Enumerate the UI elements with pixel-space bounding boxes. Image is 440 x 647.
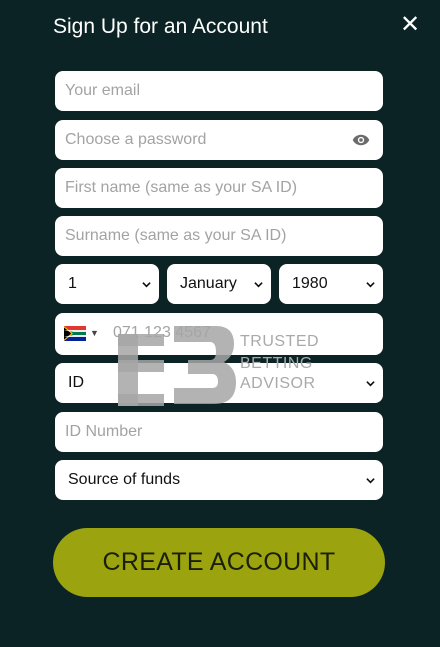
surname-field[interactable] xyxy=(55,216,383,256)
chevron-down-icon xyxy=(366,281,375,287)
email-field-wrapper xyxy=(55,71,383,111)
page-title: Sign Up for an Account xyxy=(53,15,268,38)
id-type-value: ID xyxy=(68,374,84,391)
source-of-funds-select[interactable]: Source of funds xyxy=(55,460,383,500)
dob-year-select[interactable]: 1980 xyxy=(279,264,383,304)
password-field[interactable] xyxy=(55,120,383,160)
create-account-button[interactable]: CREATE ACCOUNT xyxy=(53,528,385,597)
chevron-down-icon xyxy=(366,477,375,483)
south-africa-flag-icon[interactable] xyxy=(64,326,86,341)
dob-day-select[interactable]: 1 xyxy=(55,264,159,304)
chevron-down-icon xyxy=(366,380,375,386)
id-number-field-wrapper xyxy=(55,412,383,452)
phone-placeholder: 071 123 4567 xyxy=(113,324,211,341)
close-icon[interactable]: ✕ xyxy=(399,13,421,37)
dob-month-value: January xyxy=(180,275,237,292)
first-name-field[interactable] xyxy=(55,168,383,208)
email-field[interactable] xyxy=(55,71,383,111)
surname-field-wrapper xyxy=(55,216,383,256)
source-of-funds-value: Source of funds xyxy=(68,471,181,488)
phone-field[interactable]: ▼ 071 123 4567 xyxy=(55,313,383,355)
password-field-wrapper xyxy=(55,120,383,160)
id-type-select[interactable]: ID xyxy=(55,363,383,403)
id-number-field[interactable] xyxy=(55,412,383,452)
eye-icon[interactable] xyxy=(352,132,370,148)
country-caret-icon[interactable]: ▼ xyxy=(90,328,99,338)
dob-month-select[interactable]: January xyxy=(167,264,271,304)
chevron-down-icon xyxy=(254,281,263,287)
first-name-field-wrapper xyxy=(55,168,383,208)
chevron-down-icon xyxy=(142,281,151,287)
dob-year-value: 1980 xyxy=(292,275,328,292)
dob-day-value: 1 xyxy=(68,275,77,292)
